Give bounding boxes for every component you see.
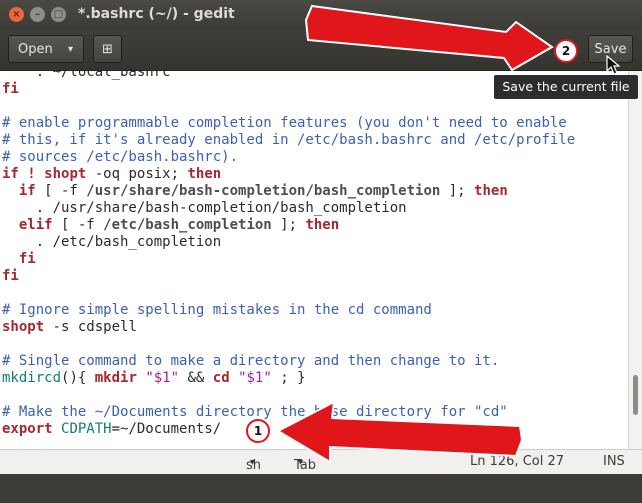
mouse-pointer-icon bbox=[606, 55, 620, 75]
annotation-arrows bbox=[275, 4, 554, 464]
callout-2-badge: 2 bbox=[554, 39, 578, 63]
arrow-to-cdpath bbox=[275, 400, 524, 464]
callout-1-badge: 1 bbox=[246, 419, 270, 443]
arrow-to-save bbox=[304, 4, 554, 72]
arrow-group bbox=[275, 4, 554, 464]
